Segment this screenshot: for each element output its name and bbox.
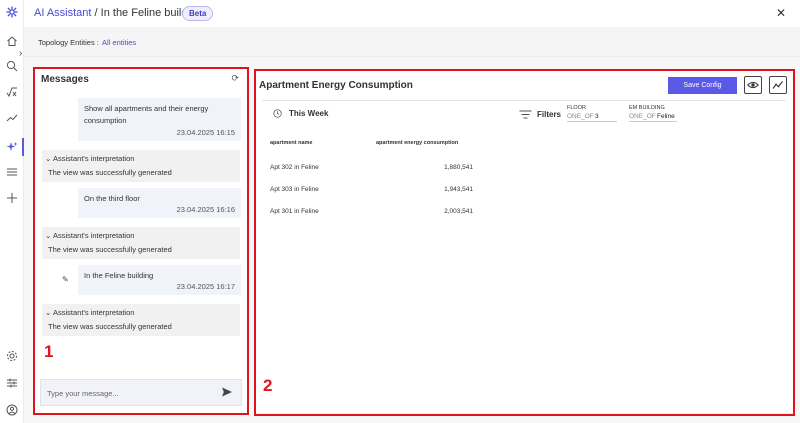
topology-label: Topology Entities : — [38, 38, 99, 47]
logo-icon[interactable] — [5, 5, 19, 19]
topology-selector[interactable]: All entities — [102, 38, 136, 47]
formula-icon[interactable] — [5, 85, 19, 99]
list-menu-icon[interactable] — [5, 165, 19, 179]
annotation-box-1 — [33, 67, 249, 415]
ai-sparkle-icon[interactable] — [5, 140, 19, 154]
annotation-label-2: 2 — [263, 376, 273, 395]
header: AI Assistant / In the Feline building Be… — [24, 0, 800, 27]
trend-chart-icon[interactable] — [5, 111, 19, 125]
topology-bar: › Topology Entities : All entities — [19, 27, 800, 59]
annotation-label-1: 1 — [44, 342, 54, 361]
user-profile-icon[interactable] — [5, 403, 19, 417]
home-icon[interactable] — [5, 34, 19, 48]
breadcrumb-app-link[interactable]: AI Assistant — [34, 7, 91, 19]
breadcrumb: AI Assistant / In the Feline building — [34, 7, 202, 19]
breadcrumb-separator: / — [91, 7, 101, 19]
icon-rail — [0, 0, 24, 423]
search-analytics-icon[interactable] — [5, 59, 19, 73]
beta-badge: Beta — [182, 6, 214, 21]
annotation-box-2 — [254, 69, 795, 416]
add-icon[interactable] — [5, 191, 19, 205]
settings-gear-icon[interactable] — [5, 349, 19, 363]
close-icon[interactable]: ✕ — [776, 6, 786, 20]
sliders-icon[interactable] — [5, 376, 19, 390]
